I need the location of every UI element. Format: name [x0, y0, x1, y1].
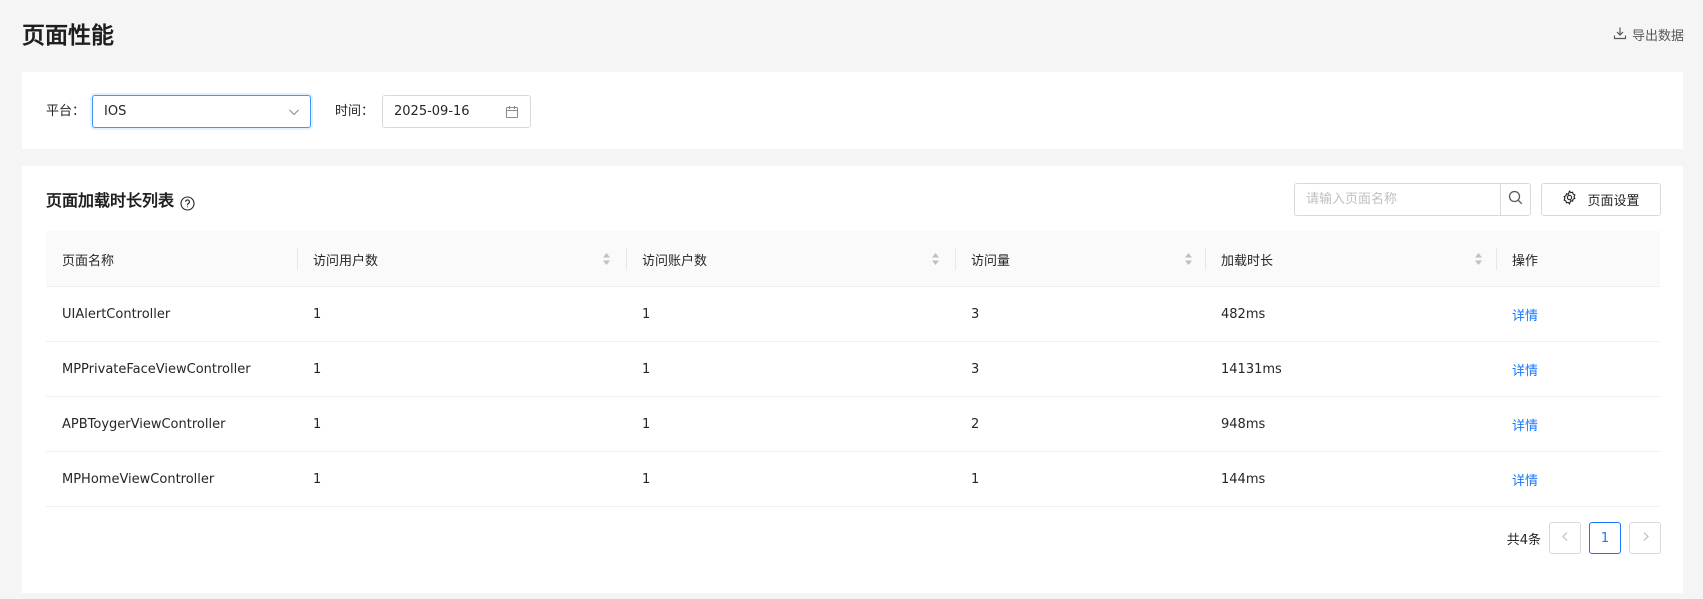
page-name-search-input[interactable]	[1294, 183, 1500, 216]
cell-load-time: 144ms	[1221, 472, 1266, 487]
next-page-button[interactable]	[1629, 522, 1661, 554]
cell-load-time: 482ms	[1221, 307, 1266, 322]
section-title: 页面加载时长列表	[46, 191, 175, 210]
column-header-load-time[interactable]: 加载时长	[1221, 231, 1496, 287]
date-picker[interactable]: 2025-09-16	[382, 95, 531, 128]
detail-link[interactable]: 详情	[1512, 342, 1538, 397]
cell-load-time: 948ms	[1221, 417, 1266, 432]
cell-accounts: 1	[642, 307, 651, 322]
cell-accounts: 1	[642, 362, 651, 377]
cell-users: 1	[313, 362, 322, 377]
search-group	[1294, 183, 1531, 216]
cell-page-name: MPPrivateFaceViewController	[62, 362, 251, 377]
chevron-left-icon	[1560, 531, 1571, 546]
chevron-down-icon	[288, 106, 300, 118]
column-divider	[955, 248, 956, 270]
column-divider	[1205, 248, 1206, 270]
cell-accounts: 1	[642, 417, 651, 432]
export-data-button[interactable]: 导出数据	[1613, 26, 1684, 47]
column-header-accounts[interactable]: 访问账户数	[642, 231, 953, 287]
search-button[interactable]	[1500, 183, 1531, 216]
platform-label: 平台：	[46, 104, 86, 119]
column-header-actions: 操作	[1512, 231, 1652, 287]
table-row: MPPrivateFaceViewController 1 1 3 14131m…	[46, 342, 1660, 397]
column-divider	[626, 248, 627, 270]
page-settings-button[interactable]: 页面设置	[1541, 183, 1661, 216]
cell-page-name: APBToygerViewController	[62, 417, 226, 432]
sort-icon[interactable]	[602, 251, 611, 267]
chevron-right-icon	[1640, 531, 1651, 546]
platform-select[interactable]: IOS	[92, 95, 311, 128]
cell-users: 1	[313, 417, 322, 432]
pagination: 共4条 1	[1507, 522, 1661, 554]
page-load-list-card: 页面加载时长列表 页面设置	[22, 166, 1683, 593]
column-divider	[1496, 248, 1497, 270]
page-settings-label: 页面设置	[1587, 194, 1640, 209]
detail-link[interactable]: 详情	[1512, 452, 1538, 507]
table-header: 页面名称 访问用户数 访问账户数 访问量 加载时长 操作	[46, 231, 1660, 287]
section-header: 页面加载时长列表	[46, 189, 195, 213]
download-icon	[1613, 26, 1627, 47]
column-header-visits[interactable]: 访问量	[971, 231, 1206, 287]
column-header-page-name: 页面名称	[62, 231, 292, 287]
cell-visits: 1	[971, 472, 980, 487]
date-value: 2025-09-16	[394, 104, 470, 119]
column-label: 页面名称	[62, 253, 115, 269]
search-icon	[1508, 190, 1523, 209]
sort-icon[interactable]	[1474, 251, 1483, 267]
question-circle-icon[interactable]	[180, 194, 195, 211]
cell-visits: 3	[971, 362, 980, 377]
detail-link[interactable]: 详情	[1512, 397, 1538, 452]
table-row: APBToygerViewController 1 1 2 948ms 详情	[46, 397, 1660, 452]
cell-users: 1	[313, 307, 322, 322]
column-header-users[interactable]: 访问用户数	[313, 231, 624, 287]
prev-page-button[interactable]	[1549, 522, 1581, 554]
total-count: 共4条	[1506, 532, 1541, 548]
detail-link[interactable]: 详情	[1512, 287, 1538, 342]
cell-page-name: UIAlertController	[62, 307, 171, 322]
column-divider	[297, 248, 298, 270]
page-number-button[interactable]: 1	[1589, 522, 1621, 554]
cell-visits: 3	[971, 307, 980, 322]
cell-load-time: 14131ms	[1221, 362, 1282, 377]
page-title: 页面性能	[22, 23, 114, 49]
table-row: MPHomeViewController 1 1 1 144ms 详情	[46, 452, 1660, 507]
export-data-label: 导出数据	[1631, 28, 1684, 44]
column-label: 操作	[1512, 253, 1539, 269]
cell-visits: 2	[971, 417, 980, 432]
cell-page-name: MPHomeViewController	[62, 472, 215, 487]
filter-panel: 平台： IOS 时间： 2025-09-16	[22, 72, 1683, 149]
calendar-icon	[505, 105, 519, 119]
column-label: 访问账户数	[642, 253, 708, 269]
page-header: 页面性能 导出数据	[0, 0, 1703, 72]
sort-icon[interactable]	[931, 251, 940, 267]
cell-accounts: 1	[642, 472, 651, 487]
column-label: 加载时长	[1221, 253, 1274, 269]
column-label: 访问量	[971, 253, 1011, 269]
table-row: UIAlertController 1 1 3 482ms 详情	[46, 287, 1660, 342]
platform-select-value: IOS	[104, 104, 127, 119]
sort-icon[interactable]	[1184, 251, 1193, 267]
cell-users: 1	[313, 472, 322, 487]
page-load-table: 页面名称 访问用户数 访问账户数 访问量 加载时长 操作 UIAlertCont…	[46, 231, 1660, 507]
gear-icon	[1562, 190, 1577, 209]
column-label: 访问用户数	[313, 253, 379, 269]
time-label: 时间：	[335, 104, 375, 119]
